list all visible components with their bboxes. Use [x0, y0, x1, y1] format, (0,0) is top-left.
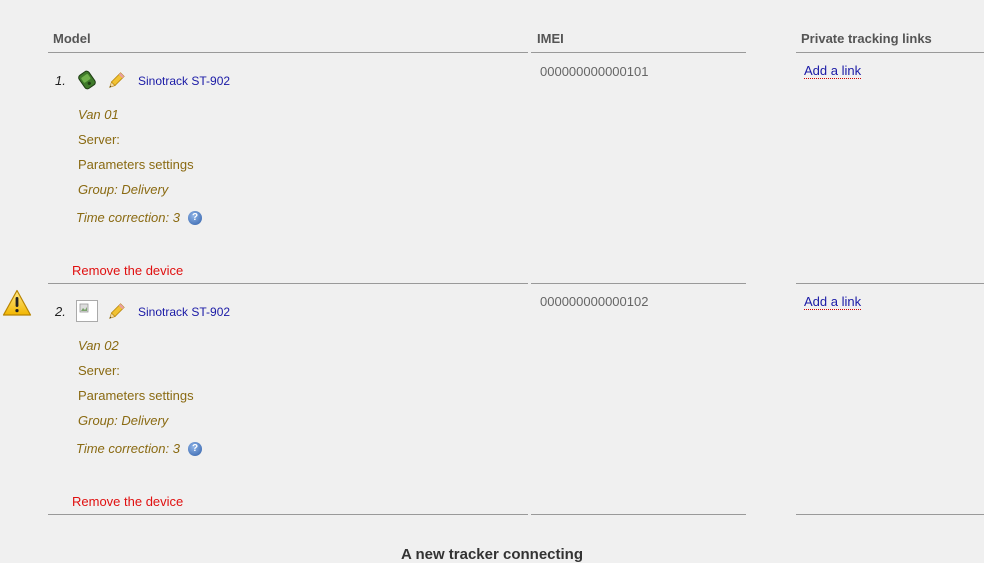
parameters-settings-link[interactable]: Parameters settings	[78, 157, 194, 172]
row-divider-links	[796, 283, 984, 284]
parameters-settings-link[interactable]: Parameters settings	[78, 388, 194, 403]
device-index: 1.	[55, 73, 66, 88]
imei-value: 000000000000102	[540, 294, 649, 309]
device-name: Van 02	[78, 338, 119, 353]
device-model-link[interactable]: Sinotrack ST-902	[138, 74, 230, 88]
edit-pencil-icon[interactable]	[106, 302, 126, 322]
header-divider-imei	[531, 52, 746, 53]
column-header-imei: IMEI	[537, 31, 564, 46]
column-header-model: Model	[53, 31, 91, 46]
time-correction-label: Time correction: 3	[76, 441, 180, 456]
server-label: Server:	[78, 132, 120, 147]
add-link-button[interactable]: Add a link	[804, 295, 862, 310]
header-divider-model	[48, 52, 528, 53]
remove-device-link[interactable]: Remove the device	[72, 494, 183, 509]
group-label: Group: Delivery	[78, 182, 169, 197]
row-divider-model	[48, 283, 528, 284]
device-model-link[interactable]: Sinotrack ST-902	[138, 305, 230, 319]
remove-device-link[interactable]: Remove the device	[72, 263, 183, 278]
device-name: Van 01	[78, 107, 119, 122]
section-title: A new tracker connecting	[401, 546, 583, 563]
row-divider-links	[796, 514, 984, 515]
row-divider-imei	[531, 514, 746, 515]
add-link-button[interactable]: Add a link	[804, 64, 862, 79]
column-header-links: Private tracking links	[801, 31, 932, 46]
edit-pencil-icon[interactable]	[106, 71, 126, 91]
row-divider-model	[48, 514, 528, 515]
imei-value: 000000000000101	[540, 64, 649, 79]
row-divider-imei	[531, 283, 746, 284]
warning-icon	[2, 289, 32, 316]
help-icon[interactable]: ?	[188, 442, 202, 456]
server-label: Server:	[78, 363, 120, 378]
group-label: Group: Delivery	[78, 413, 169, 428]
gps-tracker-icon	[78, 70, 96, 90]
device-index: 2.	[55, 304, 66, 319]
header-divider-links	[796, 52, 984, 53]
help-icon[interactable]: ?	[188, 211, 202, 225]
time-correction-label: Time correction: 3	[76, 210, 180, 225]
broken-image-icon	[76, 300, 98, 322]
